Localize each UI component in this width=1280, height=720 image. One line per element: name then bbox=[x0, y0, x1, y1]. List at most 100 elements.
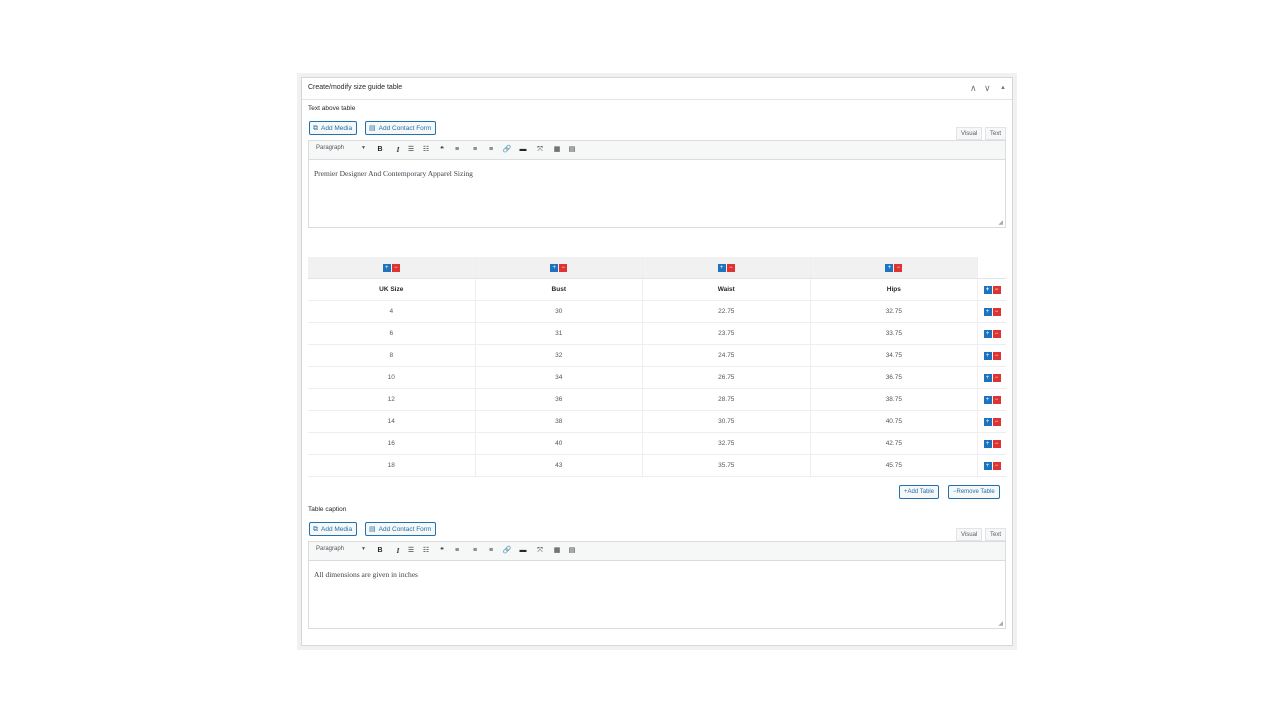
column-remove-button[interactable]: − bbox=[726, 263, 735, 272]
blockquote-icon[interactable]: ❝ bbox=[437, 545, 447, 557]
row-add-button[interactable]: + bbox=[983, 461, 992, 470]
row-remove-button[interactable]: − bbox=[992, 439, 1001, 448]
table-cell[interactable]: 36.75 bbox=[810, 366, 979, 389]
table-cell[interactable]: 42.75 bbox=[810, 432, 979, 455]
align-center-icon[interactable]: ≡ bbox=[470, 144, 480, 156]
table-cell[interactable]: 23.75 bbox=[642, 322, 811, 345]
column-add-button[interactable]: + bbox=[885, 263, 894, 272]
row-add-button[interactable]: + bbox=[983, 351, 992, 360]
align-right-icon[interactable]: ≡ bbox=[486, 144, 496, 156]
move-up-button[interactable]: ∧ bbox=[970, 81, 977, 95]
table-cell[interactable]: 35.75 bbox=[642, 454, 811, 477]
row-remove-button[interactable]: − bbox=[992, 307, 1001, 316]
table-cell[interactable]: 18 bbox=[308, 454, 476, 477]
bullet-list-icon[interactable]: ☰ bbox=[406, 144, 416, 156]
fullscreen-icon[interactable]: ⤧ bbox=[535, 545, 545, 557]
header-cell[interactable]: Waist bbox=[642, 278, 811, 301]
format-select[interactable]: Paragraph bbox=[316, 145, 366, 151]
table-cell[interactable]: 30.75 bbox=[642, 410, 811, 433]
column-remove-button[interactable]: − bbox=[391, 263, 400, 272]
align-center-icon[interactable]: ≡ bbox=[470, 545, 480, 557]
caption-add-media-button[interactable]: ⧉ Add Media bbox=[309, 522, 358, 536]
table-cell[interactable]: 38 bbox=[475, 410, 644, 433]
read-more-icon[interactable]: ▬ bbox=[518, 545, 528, 557]
add-media-button[interactable]: ⧉ Add Media bbox=[309, 121, 358, 135]
row-add-button[interactable]: + bbox=[983, 395, 992, 404]
row-add-button[interactable]: + bbox=[983, 439, 992, 448]
align-right-icon[interactable]: ≡ bbox=[486, 545, 496, 557]
row-add-button[interactable]: + bbox=[983, 307, 992, 316]
table-cell[interactable]: 22.75 bbox=[642, 300, 811, 323]
row-remove-button[interactable]: − bbox=[992, 461, 1001, 470]
row-add-button[interactable]: + bbox=[983, 373, 992, 382]
table-cell[interactable]: 45.75 bbox=[810, 454, 979, 477]
keyboard-icon[interactable]: ▤ bbox=[567, 144, 577, 156]
link-icon[interactable]: 🔗 bbox=[502, 144, 512, 156]
caption-format-select[interactable]: Paragraph bbox=[316, 546, 366, 552]
numbered-list-icon[interactable]: ☷ bbox=[421, 144, 431, 156]
fullscreen-icon[interactable]: ⤧ bbox=[535, 144, 545, 156]
table-cell[interactable]: 6 bbox=[308, 322, 476, 345]
row-add-button[interactable]: + bbox=[983, 285, 992, 294]
read-more-icon[interactable]: ▬ bbox=[518, 144, 528, 156]
table-cell[interactable]: 34 bbox=[475, 366, 644, 389]
table-cell[interactable]: 12 bbox=[308, 388, 476, 411]
bold-icon[interactable]: B bbox=[375, 144, 385, 156]
table-cell[interactable]: 14 bbox=[308, 410, 476, 433]
resize-handle-icon[interactable]: ◢ bbox=[998, 620, 1003, 627]
align-left-icon[interactable]: ≡ bbox=[452, 144, 462, 156]
row-remove-button[interactable]: − bbox=[992, 395, 1001, 404]
numbered-list-icon[interactable]: ☷ bbox=[421, 545, 431, 557]
italic-icon[interactable]: I bbox=[393, 144, 403, 156]
table-cell[interactable]: 26.75 bbox=[642, 366, 811, 389]
header-cell[interactable]: Bust bbox=[475, 278, 644, 301]
column-add-button[interactable]: + bbox=[382, 263, 391, 272]
table-cell[interactable]: 33.75 bbox=[810, 322, 979, 345]
table-cell[interactable]: 43 bbox=[475, 454, 644, 477]
column-remove-button[interactable]: − bbox=[894, 263, 903, 272]
caption-tab-text[interactable]: Text bbox=[985, 528, 1007, 541]
table-cell[interactable]: 24.75 bbox=[642, 344, 811, 367]
editor-content-area[interactable]: Premier Designer And Contemporary Appare… bbox=[308, 160, 1006, 228]
table-cell[interactable]: 16 bbox=[308, 432, 476, 455]
table-cell[interactable]: 10 bbox=[308, 366, 476, 389]
align-left-icon[interactable]: ≡ bbox=[452, 545, 462, 557]
table-cell[interactable]: 8 bbox=[308, 344, 476, 367]
tab-visual[interactable]: Visual bbox=[956, 127, 983, 140]
link-icon[interactable]: 🔗 bbox=[502, 545, 512, 557]
blockquote-icon[interactable]: ❝ bbox=[437, 144, 447, 156]
column-add-button[interactable]: + bbox=[717, 263, 726, 272]
add-table-button[interactable]: +Add Table bbox=[899, 485, 940, 499]
add-contact-form-button[interactable]: ▤ Add Contact Form bbox=[365, 121, 437, 135]
row-remove-button[interactable]: − bbox=[992, 373, 1001, 382]
table-cell[interactable]: 40 bbox=[475, 432, 644, 455]
column-remove-button[interactable]: − bbox=[559, 263, 568, 272]
row-remove-button[interactable]: − bbox=[992, 285, 1001, 294]
table-cell[interactable]: 34.75 bbox=[810, 344, 979, 367]
bullet-list-icon[interactable]: ☰ bbox=[406, 545, 416, 557]
table-cell[interactable]: 32.75 bbox=[642, 432, 811, 455]
header-cell[interactable]: Hips bbox=[810, 278, 979, 301]
caption-editor-content-area[interactable]: All dimensions are given in inches ◢ bbox=[308, 561, 1006, 629]
remove-table-button[interactable]: −Remove Table bbox=[948, 485, 1000, 499]
keyboard-icon[interactable]: ▤ bbox=[567, 545, 577, 557]
table-cell[interactable]: 31 bbox=[475, 322, 644, 345]
row-remove-button[interactable]: − bbox=[992, 417, 1001, 426]
row-add-button[interactable]: + bbox=[983, 329, 992, 338]
table-cell[interactable]: 32 bbox=[475, 344, 644, 367]
move-down-button[interactable]: ∨ bbox=[984, 81, 991, 95]
resize-handle-icon[interactable]: ◢ bbox=[998, 219, 1003, 226]
row-remove-button[interactable]: − bbox=[992, 351, 1001, 360]
header-cell[interactable]: UK Size bbox=[308, 278, 476, 301]
toolbar-toggle-icon[interactable]: ▦ bbox=[552, 545, 562, 557]
row-remove-button[interactable]: − bbox=[992, 329, 1001, 338]
table-cell[interactable]: 32.75 bbox=[810, 300, 979, 323]
table-cell[interactable]: 28.75 bbox=[642, 388, 811, 411]
table-cell[interactable]: 30 bbox=[475, 300, 644, 323]
italic-icon[interactable]: I bbox=[393, 545, 403, 557]
collapse-toggle-button[interactable]: ▲ bbox=[1000, 81, 1006, 95]
table-cell[interactable]: 4 bbox=[308, 300, 476, 323]
row-add-button[interactable]: + bbox=[983, 417, 992, 426]
table-cell[interactable]: 38.75 bbox=[810, 388, 979, 411]
caption-add-contact-form-button[interactable]: ▤ Add Contact Form bbox=[365, 522, 437, 536]
